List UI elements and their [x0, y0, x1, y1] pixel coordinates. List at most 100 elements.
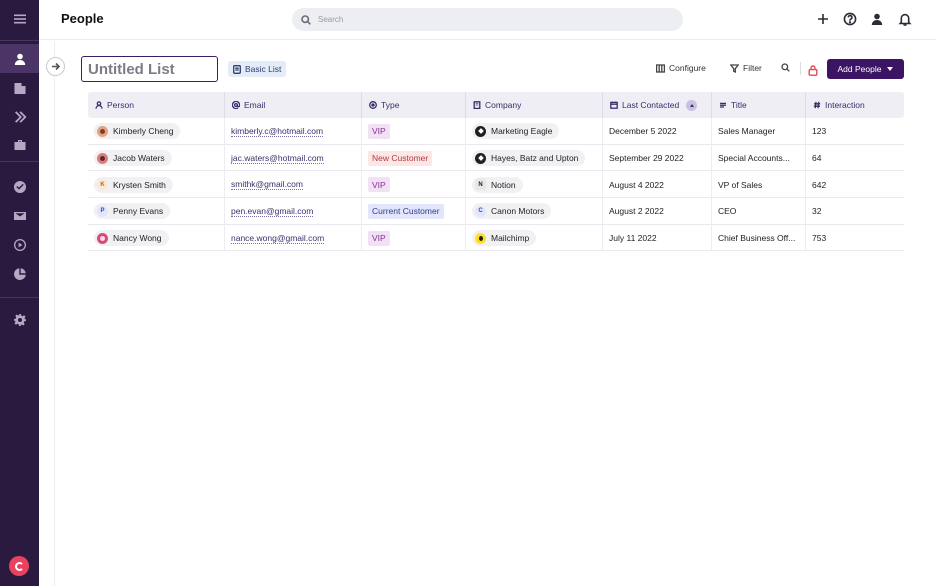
column-header-company[interactable]: Company [466, 92, 603, 118]
notion-logo-icon: N [475, 179, 486, 191]
check-circle-icon [13, 180, 26, 193]
email-link[interactable]: nance.wong@gmail.com [231, 233, 325, 244]
sidebar-item-inbox[interactable] [0, 201, 39, 230]
type-tag: VIP [368, 123, 390, 139]
building-icon [473, 101, 481, 109]
sidebar-item-deals[interactable] [0, 130, 39, 159]
type-cell[interactable]: Current Customer [362, 198, 466, 225]
profile-icon[interactable] [869, 11, 885, 27]
column-header-title[interactable]: Title [712, 92, 806, 118]
email-link[interactable]: smithk@gmail.com [231, 179, 303, 191]
table-row[interactable]: K Krysten Smith smithk@gmail.com VIP N N… [88, 171, 904, 199]
bell-icon[interactable] [897, 11, 913, 27]
filter-button[interactable]: Filter [730, 63, 762, 73]
search-bar[interactable] [292, 8, 683, 31]
at-icon [232, 101, 240, 109]
interaction-cell[interactable]: 123 [806, 118, 904, 145]
title-cell[interactable]: Special Accounts... [712, 144, 806, 172]
person-cell[interactable]: Kimberly Cheng [88, 118, 225, 145]
table-row[interactable]: Kimberly Cheng kimberly.c@hotmail.com VI… [88, 118, 904, 145]
email-cell[interactable]: kimberly.c@hotmail.com [225, 118, 362, 145]
person-chip[interactable]: Jacob Waters [94, 150, 172, 167]
type-cell[interactable]: VIP [362, 118, 466, 145]
company-chip[interactable]: N Notion [472, 176, 523, 193]
interaction-cell[interactable]: 64 [806, 145, 904, 172]
add-icon[interactable] [815, 11, 831, 27]
lock-icon[interactable] [808, 63, 818, 76]
company-chip[interactable]: Mailchimp [472, 230, 537, 247]
add-people-button[interactable]: Add People [827, 59, 904, 79]
person-chip[interactable]: P Penny Evans [94, 203, 171, 220]
email-cell[interactable]: smithk@gmail.com [225, 171, 362, 199]
column-header-type[interactable]: Type [362, 92, 466, 118]
type-cell[interactable]: VIP [362, 171, 466, 199]
email-cell[interactable]: pen.evan@gmail.com [225, 198, 362, 225]
person-cell[interactable]: K Krysten Smith [88, 171, 225, 199]
sidebar-item-reports[interactable] [0, 259, 39, 288]
type-tag: New Customer [368, 150, 433, 166]
menu-icon[interactable] [0, 4, 39, 33]
company-cell[interactable]: N Notion [466, 171, 603, 199]
column-header-person[interactable]: Person [88, 92, 225, 118]
sidebar-item-people[interactable] [0, 44, 39, 73]
person-chip[interactable]: Kimberly Cheng [94, 123, 181, 140]
company-chip[interactable]: Hayes, Batz and Upton [472, 150, 586, 167]
company-cell[interactable]: Hayes, Batz and Upton [466, 144, 603, 172]
table-row[interactable]: P Penny Evans pen.evan@gmail.com Current… [88, 198, 904, 225]
company-logo-icon [475, 125, 486, 137]
company-cell[interactable]: Marketing Eagle [466, 118, 603, 145]
interaction-cell[interactable]: 642 [806, 171, 904, 198]
list-title-input[interactable]: Untitled List [81, 56, 218, 82]
title-cell[interactable]: Sales Manager [712, 118, 806, 145]
add-people-label: Add People [837, 64, 882, 74]
last-contacted-cell[interactable]: August 2 2022 [603, 198, 712, 225]
email-cell[interactable]: nance.wong@gmail.com [225, 224, 362, 252]
person-cell[interactable]: Jacob Waters [88, 144, 225, 172]
last-contacted-cell[interactable]: July 11 2022 [603, 224, 712, 252]
column-header-email[interactable]: Email [225, 92, 362, 118]
column-header-interaction[interactable]: Interaction [806, 92, 904, 118]
table-row[interactable]: Jacob Waters jac.waters@hotmail.com New … [88, 144, 904, 172]
person-chip[interactable]: Nancy Wong [94, 230, 169, 247]
last-contacted-cell[interactable]: August 4 2022 [603, 171, 712, 199]
company-chip[interactable]: Marketing Eagle [472, 123, 560, 140]
back-button[interactable] [46, 57, 65, 76]
sort-ascending-icon[interactable] [686, 99, 698, 111]
sidebar-item-pipeline[interactable] [0, 102, 39, 131]
help-icon[interactable] [842, 11, 858, 27]
email-link[interactable]: pen.evan@gmail.com [231, 206, 314, 217]
calendar-icon [610, 101, 618, 109]
title-cell[interactable]: Chief Business Off... [712, 224, 806, 252]
company-cell[interactable]: Mailchimp [466, 224, 603, 252]
email-cell[interactable]: jac.waters@hotmail.com [225, 144, 362, 172]
column-header-last-contacted[interactable]: Last Contacted [603, 92, 712, 118]
person-chip[interactable]: K Krysten Smith [94, 176, 173, 193]
company-cell[interactable]: C Canon Motors [466, 198, 603, 225]
sidebar-item-companies[interactable] [0, 73, 39, 102]
company-chip[interactable]: C Canon Motors [472, 203, 552, 220]
sidebar-item-settings[interactable] [0, 305, 39, 334]
last-contacted-cell[interactable]: December 5 2022 [603, 118, 712, 145]
title-cell[interactable]: VP of Sales [712, 171, 806, 199]
brand-logo-icon [9, 556, 29, 576]
search-input[interactable] [318, 15, 658, 24]
email-link[interactable]: kimberly.c@hotmail.com [231, 126, 324, 137]
sidebar-item-automations[interactable] [0, 230, 39, 259]
last-contacted-cell[interactable]: September 29 2022 [603, 144, 712, 172]
sidebar-item-tasks[interactable] [0, 172, 39, 201]
title-cell[interactable]: CEO [712, 198, 806, 225]
sidebar-divider [0, 161, 39, 162]
top-bar: People [39, 0, 936, 40]
view-type-badge[interactable]: Basic List [228, 61, 287, 77]
type-cell[interactable]: New Customer [362, 144, 466, 172]
person-cell[interactable]: Nancy Wong [88, 224, 225, 252]
configure-button[interactable]: Configure [656, 63, 706, 73]
person-cell[interactable]: P Penny Evans [88, 198, 225, 225]
type-cell[interactable]: VIP [362, 224, 466, 252]
interaction-cell[interactable]: 32 [806, 198, 904, 225]
email-link[interactable]: jac.waters@hotmail.com [231, 153, 324, 164]
table-row[interactable]: Nancy Wong nance.wong@gmail.com VIP Mail… [88, 224, 904, 252]
search-icon [301, 14, 311, 25]
table-search-button[interactable] [781, 63, 794, 72]
interaction-cell[interactable]: 753 [806, 225, 904, 252]
